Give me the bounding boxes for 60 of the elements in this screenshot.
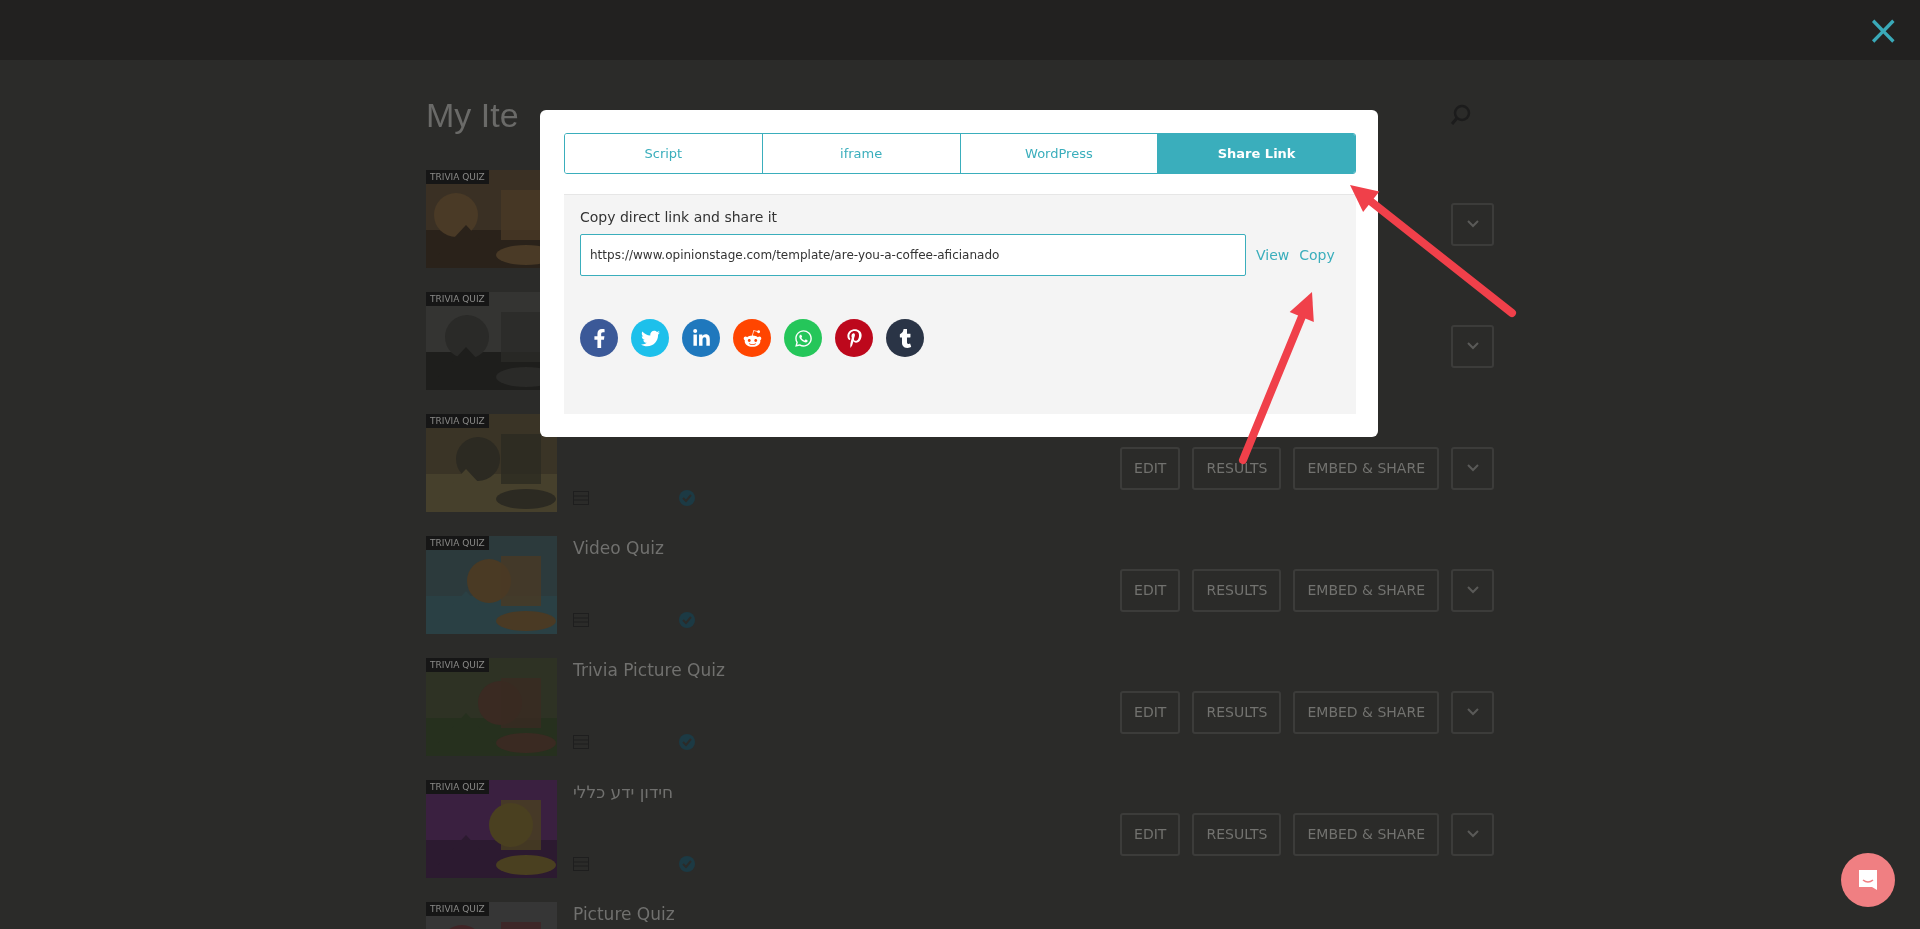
linkedin-icon <box>691 328 711 348</box>
item-title[interactable]: Trivia Picture Quiz <box>573 658 1105 680</box>
pinterest-share-button[interactable] <box>835 319 873 357</box>
action-button[interactable]: EMBED & SHARE <box>1293 446 1439 490</box>
action-button[interactable]: RESULTS <box>1192 568 1282 612</box>
link-field[interactable]: https://www.opinionstage.com/template/are-you-a-coffee-aficianado <box>580 234 1246 276</box>
dropdown-button[interactable] <box>1451 690 1494 734</box>
action-button[interactable]: EDIT <box>1120 812 1181 856</box>
quiz-type-badge: TRIVIA QUIZ <box>426 658 489 672</box>
chevron-icon <box>1466 830 1479 838</box>
dropdown-button[interactable] <box>1451 324 1494 368</box>
action-button[interactable]: EMBED & SHARE <box>1293 812 1439 856</box>
whatsapp-share-button[interactable] <box>784 319 822 357</box>
quiz-type-badge: TRIVIA QUIZ <box>426 902 489 916</box>
tumblr-share-button[interactable] <box>886 319 924 357</box>
share-label: Copy direct link and share it <box>580 209 779 225</box>
chevron-icon <box>1466 586 1479 594</box>
whatsapp-icon <box>793 328 813 348</box>
quiz-type-badge: TRIVIA QUIZ <box>426 780 489 794</box>
item-title[interactable]: Picture Quiz <box>573 902 1478 924</box>
chat-button[interactable] <box>1841 853 1895 907</box>
page-heading: My Ite <box>426 95 519 135</box>
link-action[interactable]: Copy <box>1299 247 1335 263</box>
check-icon <box>679 490 695 506</box>
action-button[interactable]: EMBED & SHARE <box>1293 690 1439 734</box>
tab[interactable]: Share Link <box>1157 134 1355 173</box>
reddit-share-button[interactable] <box>733 319 771 357</box>
action-button[interactable]: EMBED & SHARE <box>1293 568 1439 612</box>
chevron-icon <box>1466 220 1479 228</box>
close-button[interactable]: × <box>1866 10 1900 50</box>
check-icon <box>679 856 695 872</box>
facebook-share-button[interactable] <box>580 319 618 357</box>
action-button[interactable]: EDIT <box>1120 568 1181 612</box>
action-button[interactable]: EDIT <box>1120 690 1181 734</box>
action-button[interactable]: RESULTS <box>1192 812 1282 856</box>
dropdown-button[interactable] <box>1451 568 1494 612</box>
item-title[interactable]: Video Quiz <box>573 536 1105 558</box>
chevron-icon <box>1466 708 1479 716</box>
action-button[interactable]: RESULTS <box>1192 690 1282 734</box>
chevron-icon <box>1466 342 1479 350</box>
quiz-type-badge: TRIVIA QUIZ <box>426 414 489 428</box>
check-icon <box>679 734 695 750</box>
quiz-type-badge: TRIVIA QUIZ <box>426 170 489 184</box>
chevron-icon <box>1466 464 1479 472</box>
pinterest-icon <box>844 328 864 348</box>
action-button[interactable]: RESULTS <box>1192 446 1282 490</box>
dropdown-button[interactable] <box>1451 446 1494 490</box>
twitter-icon <box>640 328 660 348</box>
chat-icon <box>1856 868 1880 892</box>
reddit-icon <box>742 328 762 348</box>
twitter-share-button[interactable] <box>631 319 669 357</box>
linkedin-share-button[interactable] <box>682 319 720 357</box>
check-icon <box>679 612 695 628</box>
item-title[interactable]: חידון ידע כללי <box>573 780 1105 802</box>
link-action[interactable]: View <box>1256 247 1290 263</box>
dropdown-button[interactable] <box>1451 812 1494 856</box>
quiz-type-badge: TRIVIA QUIZ <box>426 292 489 306</box>
dropdown-button[interactable] <box>1451 202 1494 246</box>
quiz-type-badge: TRIVIA QUIZ <box>426 536 489 550</box>
action-button[interactable]: EDIT <box>1120 446 1181 490</box>
